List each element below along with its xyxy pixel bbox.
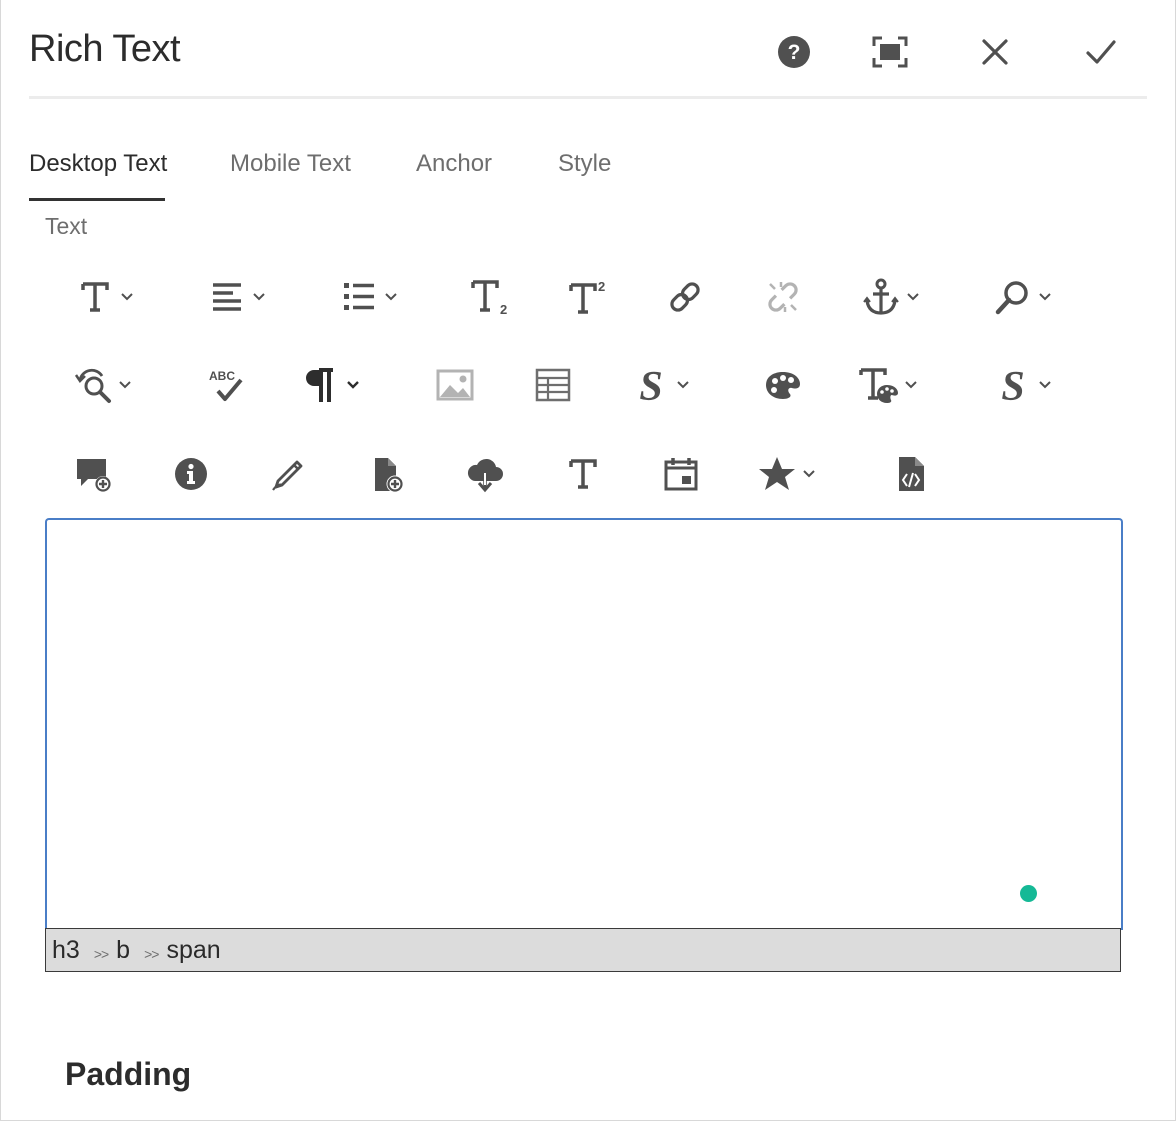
image-icon: [435, 365, 475, 405]
add-file-button[interactable]: [367, 452, 407, 496]
list-dropdown-button[interactable]: [339, 275, 399, 319]
paragraph-dropdown-button[interactable]: [301, 363, 361, 407]
star-icon: [757, 454, 797, 494]
subscript-icon: 2: [469, 277, 509, 317]
unlink-button[interactable]: [763, 275, 803, 319]
edit-icon: [269, 454, 309, 494]
fullscreen-icon: [872, 36, 908, 68]
path-segment-h3[interactable]: h3: [52, 936, 80, 965]
text-icon: [563, 454, 603, 494]
cloud-download-icon: [465, 454, 505, 494]
rich-text-editor[interactable]: [45, 518, 1123, 930]
svg-text:?: ?: [788, 41, 801, 64]
svg-text:S: S: [639, 365, 662, 405]
chevron-down-icon: [347, 378, 361, 392]
tab-desktop-text[interactable]: Desktop Text: [29, 150, 167, 178]
paragraph-icon: [301, 365, 341, 405]
info-icon: [171, 454, 211, 494]
close-button[interactable]: [973, 30, 1017, 74]
find-replace-icon: [73, 365, 113, 405]
spellcheck-button[interactable]: ABC: [205, 363, 245, 407]
table-button[interactable]: [533, 363, 573, 407]
color-palette-button[interactable]: [763, 363, 803, 407]
cloud-download-button[interactable]: [465, 452, 505, 496]
checkmark-icon: [1086, 39, 1116, 65]
table-icon: [533, 365, 573, 405]
text-style-dropdown-button[interactable]: [859, 363, 919, 407]
svg-text:2: 2: [500, 302, 507, 315]
chevron-down-icon: [253, 290, 267, 304]
edit-button[interactable]: [269, 452, 309, 496]
text-format-icon: [75, 277, 115, 317]
chevron-down-icon: [121, 290, 135, 304]
add-comment-button[interactable]: [73, 452, 113, 496]
anchor-icon: [861, 277, 901, 317]
chevron-down-icon: [803, 467, 817, 481]
code-file-icon: [891, 454, 931, 494]
svg-text:ABC: ABC: [209, 369, 235, 383]
padding-section-heading: Padding: [65, 1056, 192, 1092]
subscript-button[interactable]: 2: [469, 275, 509, 319]
tab-anchor[interactable]: Anchor: [416, 150, 492, 178]
help-button[interactable]: ?: [772, 30, 816, 74]
help-icon: ?: [777, 35, 811, 69]
chevron-down-icon: [905, 378, 919, 392]
plain-text-button[interactable]: [563, 452, 603, 496]
info-button[interactable]: [171, 452, 211, 496]
unlink-icon: [763, 277, 803, 317]
path-segment-span[interactable]: span: [166, 936, 220, 965]
path-separator: >>: [144, 946, 159, 962]
chevron-down-icon: [677, 378, 691, 392]
favorite-dropdown-button[interactable]: [757, 452, 817, 496]
tab-mobile-text[interactable]: Mobile Text: [230, 150, 351, 178]
path-segment-b[interactable]: b: [116, 936, 130, 965]
done-button[interactable]: [1079, 30, 1123, 74]
path-separator: >>: [93, 946, 109, 962]
justify-dropdown-button[interactable]: [207, 275, 267, 319]
text-section-label: Text: [45, 213, 88, 239]
style-icon: S: [631, 365, 671, 405]
link-icon: [665, 277, 705, 317]
fullscreen-button[interactable]: [868, 30, 912, 74]
link-button[interactable]: [665, 275, 705, 319]
svg-text:S: S: [1001, 365, 1024, 405]
editor-status-indicator: [1020, 885, 1037, 902]
chevron-down-icon: [119, 378, 133, 392]
dialog-title: Rich Text: [29, 28, 181, 70]
special-style-dropdown-button[interactable]: S: [993, 363, 1053, 407]
calendar-icon: [661, 454, 701, 494]
search-icon: [993, 277, 1033, 317]
style-dropdown-button[interactable]: S: [631, 363, 691, 407]
rich-text-dialog: Rich Text ? Desktop Text Mobile Text Anc…: [0, 0, 1176, 1121]
chevron-down-icon: [1039, 378, 1053, 392]
file-add-icon: [367, 454, 407, 494]
find-replace-dropdown-button[interactable]: [73, 363, 133, 407]
svg-text:2: 2: [598, 279, 605, 294]
palette-icon: [763, 365, 803, 405]
align-left-icon: [207, 277, 247, 317]
special-style-icon: S: [993, 365, 1033, 405]
active-tab-indicator: [29, 198, 165, 201]
date-button[interactable]: [661, 452, 701, 496]
bullet-list-icon: [339, 277, 379, 317]
format-dropdown-button[interactable]: [75, 275, 135, 319]
image-button[interactable]: [435, 363, 475, 407]
chevron-down-icon: [907, 290, 921, 304]
element-path-bar: h3 >> b >> span: [45, 928, 1121, 972]
spellcheck-icon: ABC: [205, 365, 245, 405]
chevron-down-icon: [1039, 290, 1053, 304]
header-divider: [29, 96, 1147, 99]
tab-style[interactable]: Style: [558, 150, 611, 178]
comment-add-icon: [73, 454, 113, 494]
search-dropdown-button[interactable]: [993, 275, 1053, 319]
anchor-dropdown-button[interactable]: [861, 275, 921, 319]
close-icon: [981, 38, 1009, 66]
superscript-button[interactable]: 2: [567, 275, 607, 319]
chevron-down-icon: [385, 290, 399, 304]
text-style-icon: [859, 365, 899, 405]
source-code-button[interactable]: [891, 452, 931, 496]
superscript-icon: 2: [567, 277, 607, 317]
